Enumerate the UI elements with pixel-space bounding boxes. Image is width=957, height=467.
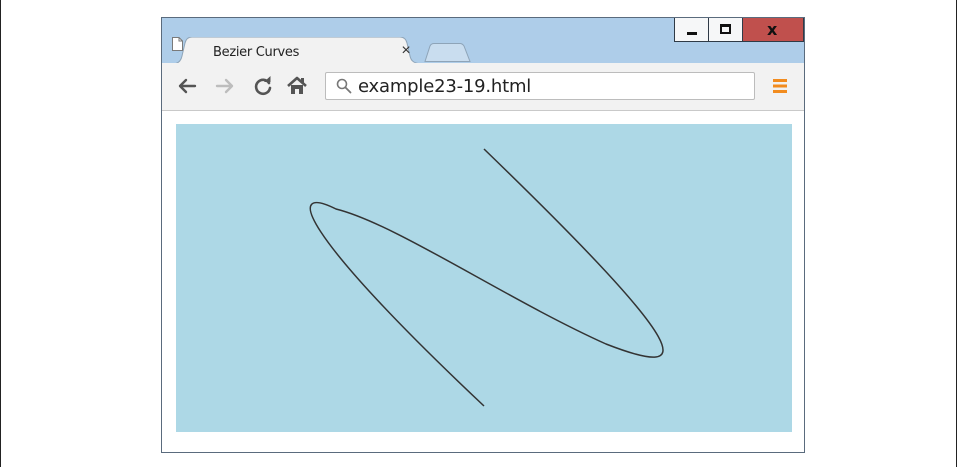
reload-icon[interactable] — [252, 75, 274, 97]
home-icon[interactable] — [286, 75, 308, 97]
tab-close-button[interactable]: × — [398, 43, 414, 59]
back-arrow-icon[interactable] — [176, 75, 198, 97]
close-icon: x — [767, 20, 778, 39]
forward-arrow-icon[interactable] — [214, 75, 236, 97]
new-tab-button[interactable] — [424, 43, 474, 62]
close-window-button[interactable]: x — [743, 18, 804, 42]
minimize-button[interactable] — [674, 18, 709, 42]
tab-title: Bezier Curves — [213, 45, 300, 60]
tab-active[interactable]: Bezier Curves × — [172, 37, 424, 64]
toolbar: example23-19.html — [162, 63, 804, 111]
canvas[interactable] — [176, 124, 792, 432]
minimize-icon — [687, 32, 697, 35]
bezier-curve-drawing — [309, 148, 664, 407]
page-viewport — [162, 111, 804, 452]
search-icon — [336, 78, 352, 94]
maximize-button[interactable] — [709, 18, 743, 42]
menu-icon[interactable] — [772, 78, 788, 94]
title-bar: Bezier Curves × x — [162, 18, 804, 64]
address-text[interactable]: example23-19.html — [358, 76, 531, 97]
bezier-curve — [309, 148, 664, 407]
address-bar[interactable]: example23-19.html — [325, 72, 755, 100]
page-icon — [172, 37, 183, 51]
window-controls: x — [674, 18, 804, 43]
browser-window: Bezier Curves × x example23-19.html — [161, 17, 805, 453]
maximize-icon — [720, 24, 731, 34]
